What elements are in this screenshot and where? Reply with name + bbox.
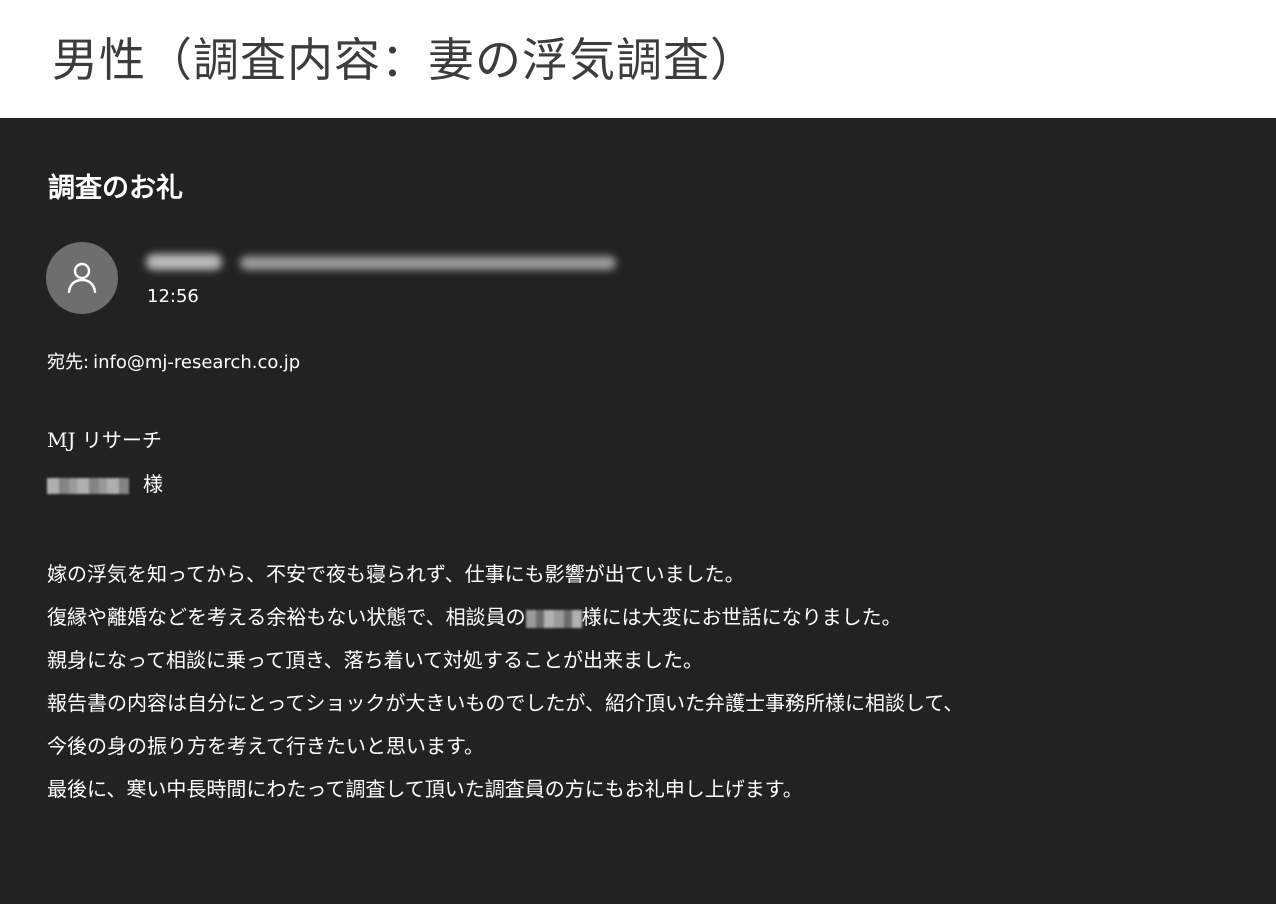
- addressee-line: 様: [47, 468, 163, 497]
- person-icon: [67, 262, 97, 293]
- body-line-5: 今後の身の振り方を考えて行きたいと思います。: [47, 734, 484, 758]
- sender-email: [146, 250, 147, 251]
- addressee-company: MJ リサーチ: [47, 428, 162, 452]
- addressee-name-redacted: [47, 477, 129, 494]
- body-line-3: 親身になって相談に乗って頂き、落ち着いて対処することが出来ました。: [47, 648, 703, 672]
- banner-title: 男性（調査内容：妻の浮気調査）: [52, 33, 757, 87]
- body-line-2-before: 復縁や離婚などを考える余裕もない状態で、相談員の: [47, 605, 526, 629]
- body-line-1: 嫁の浮気を知ってから、不安で夜も寝られず、仕事にも影響が出ていました。: [47, 562, 745, 586]
- body-line-4: 報告書の内容は自分にとってショックが大きいものでしたが、紹介頂いた弁護士事務所様…: [47, 691, 964, 715]
- email-time: 12:56: [147, 286, 199, 307]
- sender-email-redacted: [240, 256, 616, 270]
- sender-avatar[interactable]: [46, 242, 118, 314]
- email-subject: 調査のお礼: [48, 173, 183, 204]
- email-message-panel: 調査のお礼 12:56 宛先: info@mj-research.co.jp MJ…: [0, 118, 1276, 904]
- page: 男性（調査内容：妻の浮気調査） 調査のお礼 12:56 宛先: info@mj-r…: [0, 0, 1276, 904]
- addressee-suffix: 様: [143, 472, 163, 496]
- recipient-address[interactable]: info@mj-research.co.jp: [93, 352, 300, 373]
- body-line-6: 最後に、寒い中長時間にわたって調査して頂いた調査員の方にもお礼申し上げます。: [47, 777, 803, 801]
- sender-name-redacted: [146, 254, 222, 270]
- header-banner: 男性（調査内容：妻の浮気調査）: [0, 0, 1276, 118]
- recipient-line: 宛先: info@mj-research.co.jp: [47, 348, 300, 374]
- body-line-2-after: 様には大変にお世話になりました。: [581, 605, 902, 629]
- recipient-label: 宛先:: [47, 352, 90, 373]
- consultant-name-redacted: [525, 609, 582, 628]
- body-line-2: 復縁や離婚などを考える余裕もない状態で、相談員の 様には大変にお世話になりました。: [47, 601, 902, 630]
